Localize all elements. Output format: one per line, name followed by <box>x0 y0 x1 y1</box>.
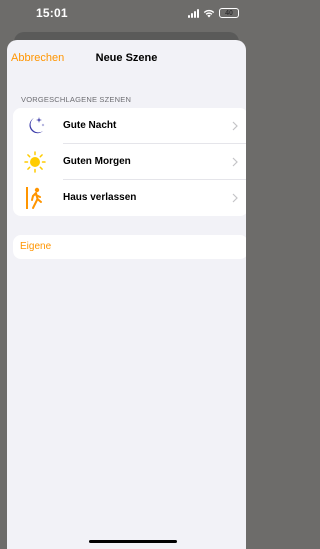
home-indicator <box>89 540 177 543</box>
custom-scene-label: Eigene <box>20 241 52 252</box>
suggested-scenes-list: Gute Nacht Guten Morgen Haus verlassen <box>13 108 246 216</box>
scene-row-guten-morgen[interactable]: Guten Morgen <box>13 144 246 180</box>
chevron-right-icon <box>232 157 238 167</box>
new-scene-sheet: Abbrechen Neue Szene VORGESCHLAGENE SZEN… <box>7 40 246 549</box>
chevron-right-icon <box>232 121 238 131</box>
scene-label: Haus verlassen <box>63 192 137 203</box>
nav-bar: Abbrechen Neue Szene <box>7 40 246 78</box>
page-title: Neue Szene <box>95 52 158 64</box>
status-icons: 40 <box>188 7 239 19</box>
scene-label: Gute Nacht <box>63 120 117 131</box>
scene-label: Guten Morgen <box>63 156 131 167</box>
moon-stars-icon <box>29 117 45 134</box>
custom-scene-button[interactable]: Eigene <box>13 235 246 259</box>
chevron-right-icon <box>232 193 238 203</box>
scene-row-gute-nacht[interactable]: Gute Nacht <box>13 108 246 144</box>
wifi-icon <box>203 9 215 18</box>
battery-icon: 40 <box>219 8 239 18</box>
scene-row-haus-verlassen[interactable]: Haus verlassen <box>13 180 246 216</box>
status-bar: 15:01 40 <box>0 0 253 36</box>
section-header-suggested: VORGESCHLAGENE SZENEN <box>21 95 132 104</box>
status-time: 15:01 <box>36 6 68 20</box>
person-leaving-icon <box>26 187 42 209</box>
sun-icon <box>24 151 46 173</box>
signal-icon <box>188 8 199 18</box>
battery-percent: 40 <box>225 9 233 17</box>
